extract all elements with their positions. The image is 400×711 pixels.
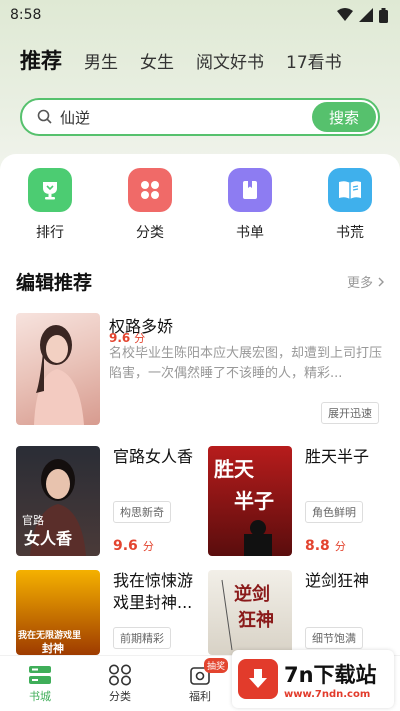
signal-icon <box>359 8 373 22</box>
book-card[interactable]: 胜天 半子 胜天半子 角色鲜明 8.8 分 <box>208 446 393 561</box>
status-bar: 8:58 <box>0 0 400 30</box>
book-description: 名校毕业生陈阳本应大展宏图，却遭到上司打压陷害，一次偶然睡了不该睡的人，精彩..… <box>109 346 383 381</box>
site-watermark: 7n下载站 www.7ndn.com <box>232 650 394 708</box>
tab-recommend[interactable]: 推荐 <box>20 45 62 75</box>
svg-text:官路: 官路 <box>22 513 44 527</box>
search-icon <box>37 109 52 124</box>
book-score: 8.8 分 <box>305 538 346 554</box>
chevron-right-icon <box>378 277 384 286</box>
quick-bookshortage[interactable]: 书荒 <box>300 168 400 248</box>
book-cover: 我在无限游戏里 封神 <box>16 570 100 655</box>
quick-ranking[interactable]: 排行 <box>0 168 100 248</box>
search-input[interactable] <box>60 108 290 126</box>
status-icons <box>337 7 388 23</box>
quick-category[interactable]: 分类 <box>100 168 200 248</box>
nav-welfare[interactable]: 抽奖 福利 <box>160 656 240 711</box>
search-button[interactable]: 搜索 <box>312 102 376 132</box>
svg-text:半子: 半子 <box>234 489 274 513</box>
category-icon <box>109 664 131 686</box>
svg-text:女人香: 女人香 <box>24 529 73 548</box>
category-tabs: 推荐 男生 女生 阅文好书 17看书 <box>0 40 400 80</box>
tab-male[interactable]: 男生 <box>84 48 118 73</box>
quick-entries: 排行 分类 书单 书荒 <box>0 168 400 248</box>
book-tag: 构思新奇 <box>113 501 171 523</box>
quick-label: 分类 <box>136 225 164 241</box>
book-cover: 官路 女人香 <box>16 446 100 556</box>
book-tag: 展开迅速 <box>321 402 379 424</box>
book-title: 我在惊悚游戏里封神... <box>113 571 194 612</box>
svg-text:逆剑: 逆剑 <box>234 583 270 605</box>
search-bar: 搜索 <box>20 98 380 136</box>
tab-yuewen[interactable]: 阅文好书 <box>196 48 264 73</box>
watermark-url: www.7ndn.com <box>284 688 371 700</box>
book-tag: 前期精彩 <box>113 627 171 649</box>
book-title: 逆剑狂神 <box>305 571 370 590</box>
book-score: 9.6 分 <box>113 538 154 554</box>
lottery-badge: 抽奖 <box>204 658 229 673</box>
more-link[interactable]: 更多 <box>347 272 386 291</box>
quick-label: 排行 <box>36 225 64 241</box>
open-book-icon <box>328 168 372 212</box>
quick-label: 书单 <box>236 225 264 241</box>
book-cover: 胜天 半子 <box>208 446 292 556</box>
bookstore-icon <box>29 666 51 684</box>
wifi-icon <box>337 8 353 21</box>
book-tag: 细节饱满 <box>305 627 363 649</box>
svg-text:我在无限游戏里: 我在无限游戏里 <box>18 629 81 641</box>
featured-book[interactable]: 权路多娇 9.6 分 名校毕业生陈阳本应大展宏图，却遭到上司打压陷害，一次偶然睡… <box>16 313 386 425</box>
svg-text:胜天: 胜天 <box>214 457 255 481</box>
nav-bookstore[interactable]: 书城 <box>0 656 80 711</box>
editor-recommend-header: 编辑推荐 更多 <box>16 268 386 295</box>
book-title: 胜天半子 <box>305 447 370 466</box>
trophy-icon <box>28 168 72 212</box>
book-cover <box>16 313 100 425</box>
section-title: 编辑推荐 <box>16 272 93 294</box>
book-title: 官路女人香 <box>113 447 194 466</box>
quick-booklist[interactable]: 书单 <box>200 168 300 248</box>
watermark-name: 7n下载站 <box>284 662 377 687</box>
nav-category[interactable]: 分类 <box>80 656 160 711</box>
booklist-icon <box>228 168 272 212</box>
book-card[interactable]: 官路 女人香 官路女人香 构思新奇 9.6 分 <box>16 446 201 561</box>
tab-female[interactable]: 女生 <box>140 48 174 73</box>
status-time: 8:58 <box>10 7 42 23</box>
quick-label: 书荒 <box>336 225 364 241</box>
battery-icon <box>379 7 388 23</box>
book-cover: 逆剑 狂神 <box>208 570 292 655</box>
svg-text:封神: 封神 <box>42 641 64 655</box>
svg-text:狂神: 狂神 <box>238 609 274 631</box>
tab-17kanshu[interactable]: 17看书 <box>286 48 342 73</box>
grid-icon <box>128 168 172 212</box>
book-tag: 角色鲜明 <box>305 501 363 523</box>
download-arrow-icon <box>238 659 278 699</box>
